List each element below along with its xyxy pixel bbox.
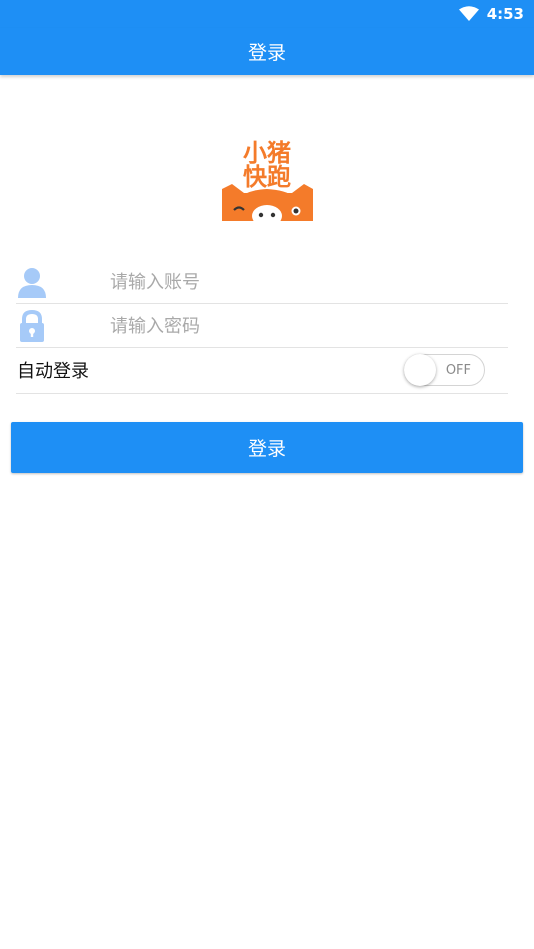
- app-logo: 小猪 快跑: [222, 131, 313, 221]
- username-row: [16, 260, 508, 304]
- auto-login-row: 自动登录 OFF: [16, 348, 508, 394]
- password-input[interactable]: [110, 310, 490, 342]
- wifi-icon: [458, 6, 479, 21]
- user-icon: [18, 268, 46, 298]
- auto-login-label: 自动登录: [17, 361, 89, 382]
- page-title: 登录: [247, 42, 286, 64]
- login-button[interactable]: 登录: [11, 422, 523, 473]
- lock-icon: [20, 310, 44, 342]
- app-bar: 登录: [0, 28, 534, 75]
- toggle-state-text: OFF: [445, 363, 471, 378]
- username-input[interactable]: [110, 266, 490, 298]
- logo-text-line2: 快跑: [243, 163, 291, 191]
- status-time: 4:53: [486, 5, 524, 23]
- auto-login-toggle[interactable]: OFF: [404, 354, 485, 386]
- toggle-knob: [404, 354, 436, 386]
- status-bar: 4:53: [0, 0, 534, 28]
- password-row: [16, 304, 508, 348]
- status-indicators: 4:53: [458, 4, 524, 24]
